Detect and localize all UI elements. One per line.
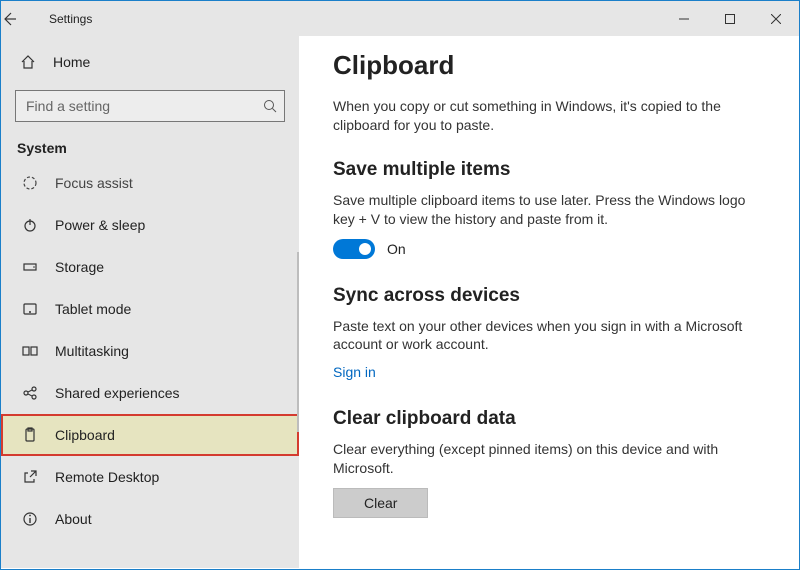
- sidebar-item-remote-desktop[interactable]: Remote Desktop: [1, 456, 299, 498]
- multitasking-icon: [19, 343, 41, 359]
- sidebar-category: System: [1, 132, 299, 162]
- sidebar-item-tablet-mode[interactable]: Tablet mode: [1, 288, 299, 330]
- tablet-icon: [19, 301, 41, 317]
- sidebar: Home System Focus assist Power & sleep: [1, 36, 299, 568]
- clear-desc: Clear everything (except pinned items) o…: [333, 440, 759, 478]
- remote-desktop-icon: [19, 469, 41, 485]
- power-icon: [19, 217, 41, 233]
- sidebar-item-multitasking[interactable]: Multitasking: [1, 330, 299, 372]
- back-button[interactable]: [1, 11, 41, 27]
- focus-assist-icon: [19, 175, 41, 191]
- section-save-multiple: Save multiple items Save multiple clipbo…: [333, 159, 759, 259]
- sidebar-nav: Focus assist Power & sleep Storage Table…: [1, 162, 299, 540]
- about-icon: [19, 511, 41, 527]
- sync-desc: Paste text on your other devices when yo…: [333, 317, 759, 355]
- sidebar-item-storage[interactable]: Storage: [1, 246, 299, 288]
- section-sync: Sync across devices Paste text on your o…: [333, 285, 759, 383]
- page-title: Clipboard: [333, 50, 759, 81]
- save-heading: Save multiple items: [333, 159, 759, 181]
- close-button[interactable]: [753, 4, 799, 34]
- sidebar-item-clipboard[interactable]: Clipboard: [1, 414, 299, 456]
- sidebar-home[interactable]: Home: [1, 42, 299, 82]
- sidebar-item-focus-assist[interactable]: Focus assist: [1, 162, 299, 204]
- page-intro: When you copy or cut something in Window…: [333, 97, 759, 135]
- storage-icon: [19, 259, 41, 275]
- home-icon: [17, 54, 39, 70]
- save-toggle[interactable]: [333, 239, 375, 259]
- home-label: Home: [53, 54, 90, 70]
- minimize-button[interactable]: [661, 4, 707, 34]
- search-box[interactable]: [15, 90, 285, 122]
- section-clear: Clear clipboard data Clear everything (e…: [333, 408, 759, 518]
- sidebar-item-about[interactable]: About: [1, 498, 299, 540]
- sidebar-item-shared-experiences[interactable]: Shared experiences: [1, 372, 299, 414]
- shared-icon: [19, 385, 41, 401]
- window-title: Settings: [49, 12, 661, 26]
- sync-heading: Sync across devices: [333, 285, 759, 307]
- content-pane: Clipboard When you copy or cut something…: [299, 36, 799, 568]
- clear-button[interactable]: Clear: [333, 488, 428, 518]
- save-desc: Save multiple clipboard items to use lat…: [333, 191, 759, 229]
- sidebar-item-power-sleep[interactable]: Power & sleep: [1, 204, 299, 246]
- clipboard-icon: [19, 427, 41, 443]
- clear-heading: Clear clipboard data: [333, 408, 759, 430]
- search-icon: [263, 99, 277, 113]
- maximize-button[interactable]: [707, 4, 753, 34]
- save-toggle-state: On: [387, 241, 406, 257]
- search-input[interactable]: [15, 90, 285, 122]
- sign-in-link[interactable]: Sign in: [333, 364, 376, 380]
